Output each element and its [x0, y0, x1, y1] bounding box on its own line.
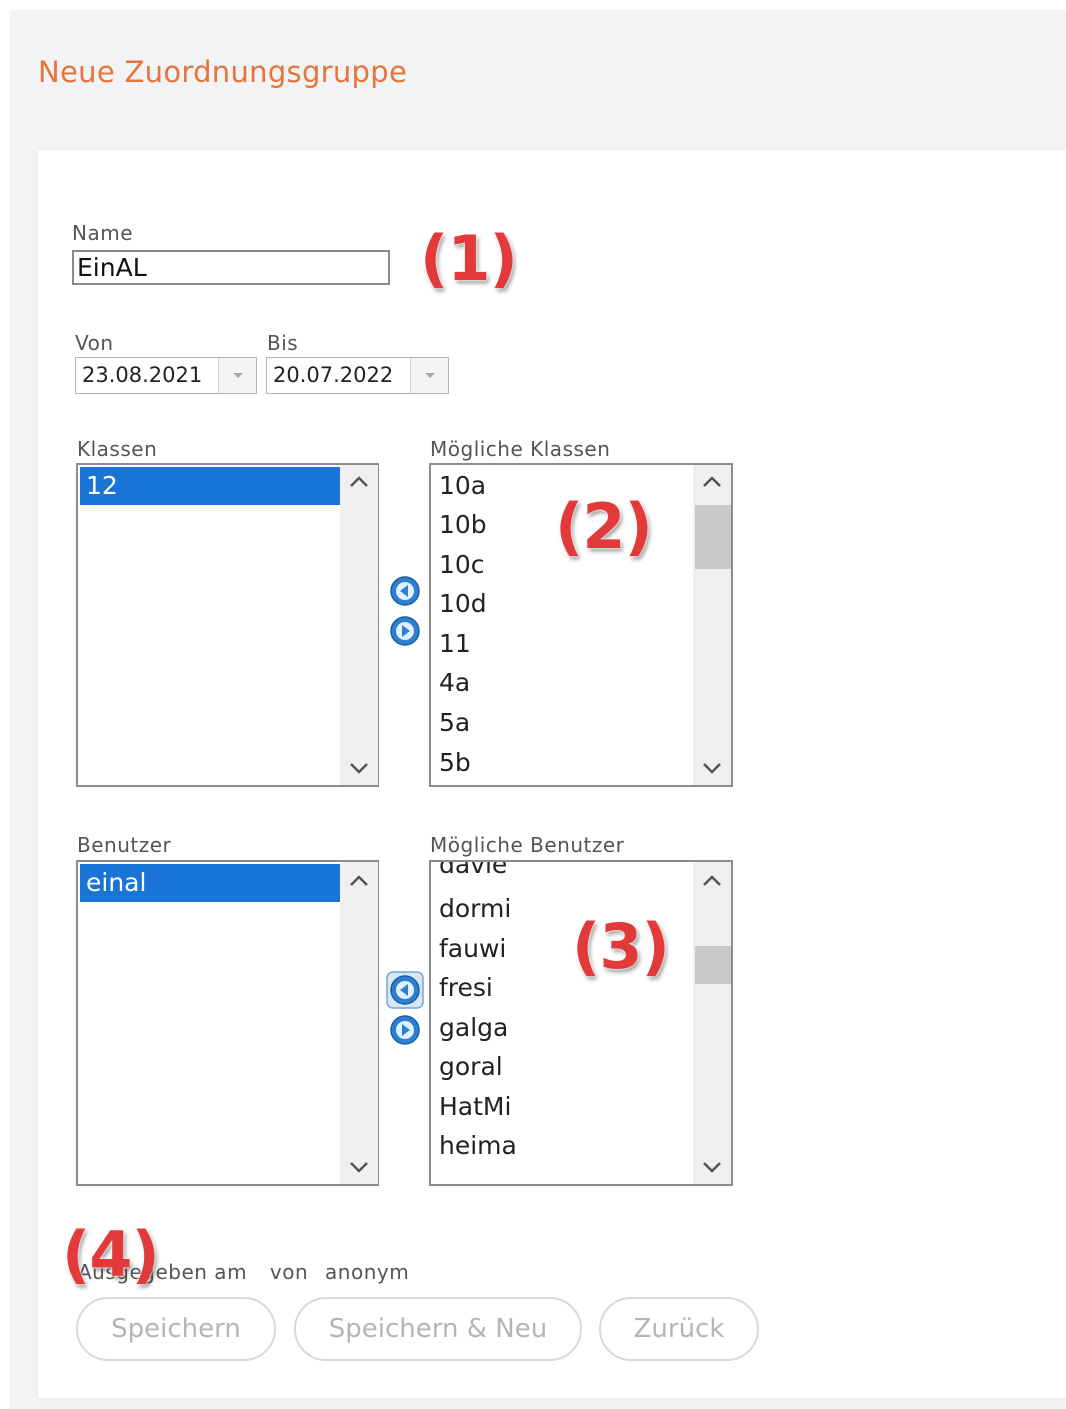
chevron-up-icon[interactable]	[349, 874, 369, 888]
by-value: anonym	[325, 1260, 410, 1284]
chevron-down-icon[interactable]	[702, 761, 722, 775]
moegliche-klassen-scrollbar[interactable]	[693, 465, 731, 785]
annotation-1: (1)	[420, 222, 518, 295]
back-button[interactable]: Zurück	[599, 1297, 759, 1361]
scrollbar-thumb[interactable]	[695, 505, 731, 569]
von-date-field[interactable]: 23.08.2021	[75, 357, 257, 394]
bis-label: Bis	[267, 331, 299, 355]
chevron-down-icon[interactable]	[349, 1160, 369, 1174]
annotation-4: (4)	[62, 1218, 160, 1291]
calendar-dropdown-icon[interactable]	[410, 358, 448, 393]
arrow-left-circle-icon[interactable]	[389, 575, 421, 607]
name-input[interactable]: EinAL	[72, 250, 390, 285]
von-date-value: 23.08.2021	[82, 363, 203, 387]
scrollbar-thumb[interactable]	[695, 946, 731, 984]
moegliche-klassen-label: Mögliche Klassen	[430, 437, 611, 461]
list-item[interactable]: 10d	[439, 589, 487, 618]
list-item-selected[interactable]: 12	[80, 467, 340, 505]
chevron-up-icon[interactable]	[702, 874, 722, 888]
list-item[interactable]: 5b	[439, 748, 471, 777]
list-item-selected[interactable]: einal	[80, 864, 340, 902]
benutzer-label: Benutzer	[77, 833, 172, 857]
list-item[interactable]: 10b	[439, 510, 487, 539]
list-item[interactable]: goral	[439, 1052, 503, 1081]
list-item[interactable]: fresi	[439, 973, 493, 1002]
list-item[interactable]: 4a	[439, 668, 470, 697]
moegliche-benutzer-scrollbar[interactable]	[693, 862, 731, 1184]
benutzer-listbox[interactable]: einal	[76, 860, 379, 1186]
arrow-right-circle-icon[interactable]	[389, 615, 421, 647]
list-item[interactable]: 11	[439, 629, 471, 658]
list-item[interactable]: HatMi	[439, 1092, 511, 1121]
list-item[interactable]: fauwi	[439, 934, 506, 963]
list-item[interactable]: davie	[439, 862, 507, 879]
klassen-label: Klassen	[77, 437, 158, 461]
klassen-listbox[interactable]: 12	[76, 463, 379, 787]
arrow-left-circle-icon[interactable]	[386, 971, 424, 1009]
list-item[interactable]: 10a	[439, 471, 486, 500]
chevron-up-icon[interactable]	[702, 475, 722, 489]
by-label: von	[269, 1260, 309, 1284]
bis-date-field[interactable]: 20.07.2022	[266, 357, 449, 394]
chevron-down-icon[interactable]	[349, 761, 369, 775]
annotation-2: (2)	[555, 490, 653, 563]
chevron-up-icon[interactable]	[349, 475, 369, 489]
benutzer-scrollbar[interactable]	[340, 862, 378, 1184]
list-item[interactable]: dormi	[439, 894, 511, 923]
list-item[interactable]: 5a	[439, 708, 470, 737]
arrow-right-circle-icon[interactable]	[389, 1014, 421, 1046]
calendar-dropdown-icon[interactable]	[218, 358, 256, 393]
list-item[interactable]: heima	[439, 1131, 517, 1160]
save-button[interactable]: Speichern	[76, 1297, 276, 1361]
von-label: Von	[75, 331, 114, 355]
bis-date-value: 20.07.2022	[273, 363, 394, 387]
name-label: Name	[72, 221, 134, 245]
moegliche-benutzer-listbox[interactable]: davie dormi fauwi fresi galga goral HatM…	[429, 860, 733, 1186]
list-item[interactable]: galga	[439, 1013, 508, 1042]
annotation-3: (3)	[572, 910, 670, 983]
chevron-down-icon[interactable]	[702, 1160, 722, 1174]
moegliche-benutzer-label: Mögliche Benutzer	[430, 833, 625, 857]
save-and-new-button[interactable]: Speichern & Neu	[294, 1297, 582, 1361]
list-item[interactable]: 10c	[439, 550, 485, 579]
page-title: Neue Zuordnungsgruppe	[38, 55, 408, 89]
klassen-scrollbar[interactable]	[340, 465, 378, 785]
